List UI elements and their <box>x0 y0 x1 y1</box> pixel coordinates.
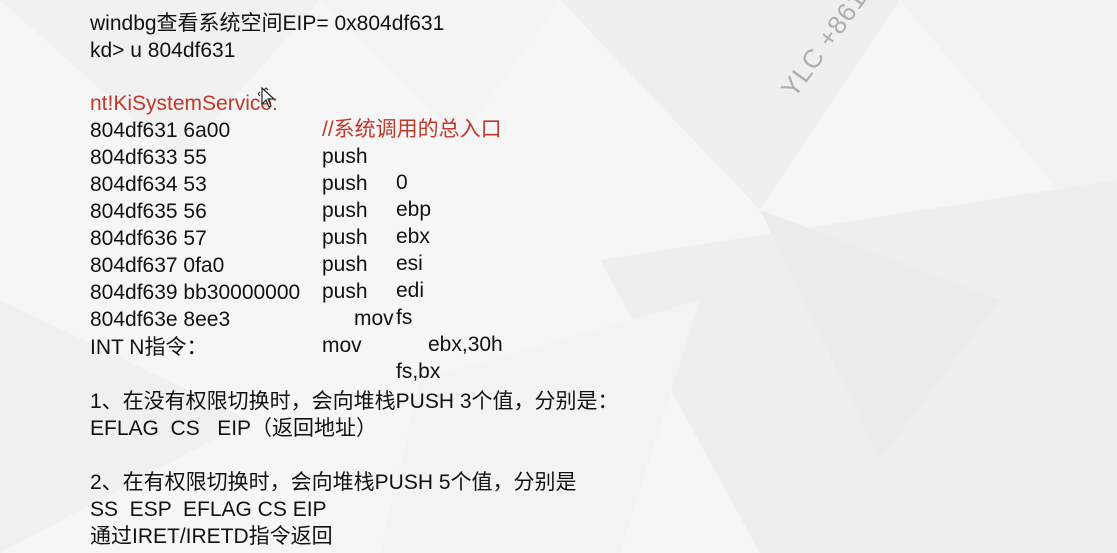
symbol-name: nt!KiSystemService: <box>90 92 278 115</box>
disasm-arg: ebp <box>396 198 432 221</box>
move-cursor-icon <box>258 86 276 108</box>
disasm-row: 804df63e 8ee3 mov fs,bx <box>90 281 440 385</box>
disasm-op: mov <box>354 307 394 330</box>
disasm-address: 804df631 6a00 <box>90 119 231 142</box>
disasm-address: 804df633 55 <box>90 146 207 169</box>
disasm-address: 804df637 0fa0 <box>90 254 225 277</box>
return-note: 通过IRET/IRETD指令返回 <box>90 525 333 548</box>
disasm-op: push <box>322 253 368 276</box>
disasm-arg: fs,bx <box>396 360 441 383</box>
disasm-arg: 0 <box>396 171 408 194</box>
symbol-comment: //系统调用的总入口 <box>322 118 502 141</box>
point-1-values: EFLAG CS EIP（返回地址） <box>90 417 378 440</box>
header-line: windbg查看系统空间EIP= 0x804df631 <box>90 12 445 35</box>
disasm-op: push <box>322 226 368 249</box>
disasm-address: 804df634 53 <box>90 173 207 196</box>
point-1: 1、在没有权限切换时，会向堆栈PUSH 3个值，分别是： <box>90 390 619 413</box>
disasm-arg: edi <box>396 279 425 302</box>
disasm-op: push <box>322 172 368 195</box>
int-heading: INT N指令： <box>90 336 208 359</box>
disasm-address: 804df63e 8ee3 <box>90 308 231 331</box>
point-2: 2、在有权限切换时，会向堆栈PUSH 5个值，分别是 <box>90 471 577 494</box>
disasm-op: push <box>322 145 368 168</box>
disasm-op: push <box>322 199 368 222</box>
disasm-op: mov <box>322 334 362 357</box>
disasm-arg: esi <box>396 252 423 275</box>
disasm-arg: fs <box>396 306 413 329</box>
disasm-address: 804df639 bb30000000 <box>90 281 301 304</box>
disasm-arg: ebx,30h <box>428 333 503 356</box>
command-line: kd> u 804df631 <box>90 39 236 62</box>
disasm-address: 804df635 56 <box>90 200 207 223</box>
disasm-arg: ebx <box>396 225 430 248</box>
disasm-op: push <box>322 280 368 303</box>
disasm-address: 804df636 57 <box>90 227 207 250</box>
point-2-values: SS ESP EFLAG CS EIP <box>90 498 327 521</box>
